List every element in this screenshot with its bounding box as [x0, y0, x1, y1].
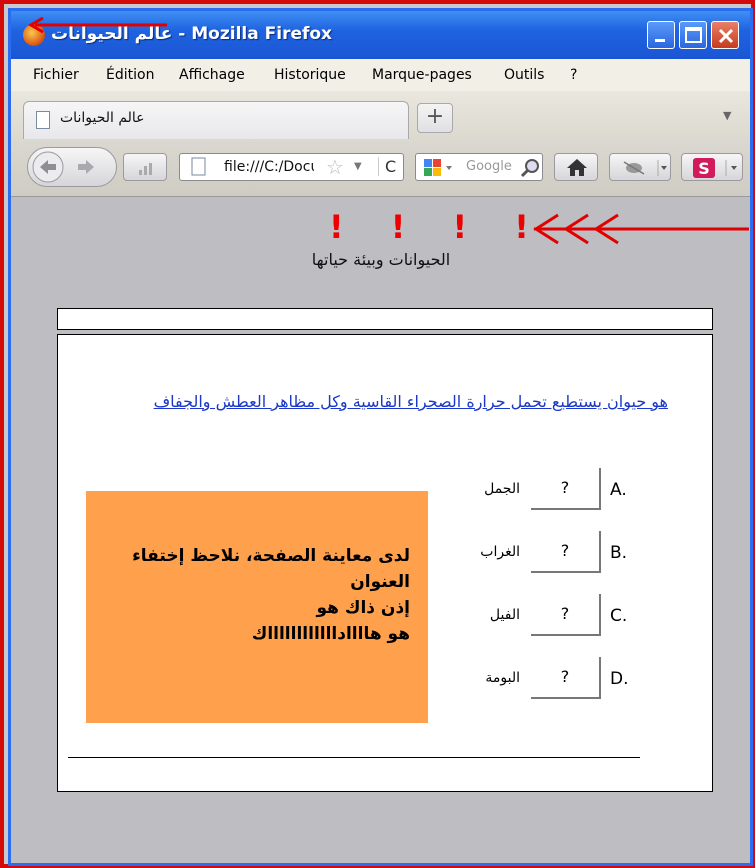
stylish-s-icon: S — [693, 158, 737, 178]
option-name: البومة — [485, 670, 520, 686]
close-icon — [718, 28, 734, 44]
maximize-button[interactable] — [679, 21, 707, 49]
menu-outils[interactable]: Outils — [504, 67, 544, 83]
history-chevron-icon[interactable]: ▼ — [354, 161, 362, 172]
answer-box[interactable]: ? — [531, 468, 601, 510]
minimize-icon — [655, 39, 665, 42]
tab-animal-world[interactable]: عالم الحيوانات — [23, 101, 409, 139]
screenshot-frame: عالم الحيوانات - Mozilla Firefox Fichier… — [0, 0, 755, 868]
option-name: الغراب — [480, 544, 520, 560]
bug-icon — [623, 160, 667, 176]
menu-marque-pages[interactable]: Marque-pages — [372, 67, 472, 83]
note-text: لدى معاينة الصفحة، نلاحظ إختفاء العنوان … — [96, 543, 410, 647]
home-icon — [567, 159, 587, 176]
annotation-triple-arrow-icon — [533, 213, 749, 245]
tab-bar: عالم الحيوانات + ▼ — [11, 91, 750, 139]
option-letter: B. — [610, 543, 628, 563]
addon-button[interactable] — [609, 153, 671, 181]
exclamation-marks: ! ! ! ! — [329, 208, 547, 246]
page-content: ! ! ! ! الحيوانات وبيئة حياتها هو حيوان … — [11, 198, 750, 863]
back-forward-group — [27, 147, 117, 187]
annotation-arrow-icon — [28, 17, 167, 33]
url-text: file:///C:/Docu — [224, 159, 314, 175]
navigation-bar: file:///C:/Docu ☆ ▼ C Google S — [11, 139, 750, 197]
note-line: العنوان — [350, 572, 410, 592]
note-box: لدى معاينة الصفحة، نلاحظ إختفاء العنوان … — [86, 491, 428, 723]
close-button[interactable] — [711, 21, 739, 49]
url-bar[interactable]: file:///C:/Docu ☆ ▼ C — [179, 153, 404, 181]
menu-help[interactable]: ? — [570, 67, 577, 83]
tab-label: عالم الحيوانات — [60, 110, 145, 126]
page-icon — [191, 157, 206, 176]
horizontal-rule — [68, 757, 640, 758]
forward-arrow-icon — [78, 160, 94, 174]
search-box[interactable]: Google — [415, 153, 543, 181]
menu-historique[interactable]: Historique — [274, 67, 346, 83]
note-line: إذن ذاك هو — [316, 598, 410, 618]
page-icon — [36, 111, 50, 129]
note-line: لدى معاينة الصفحة، نلاحظ إختفاء — [132, 546, 410, 566]
answer-box[interactable]: ? — [531, 594, 601, 636]
svg-text:S: S — [698, 159, 710, 178]
page-subtitle: الحيوانات وبيئة حياتها — [311, 250, 451, 269]
option-name: الجمل — [484, 481, 520, 497]
back-forward-icons — [32, 151, 94, 183]
menu-fichier[interactable]: Fichier — [33, 67, 79, 83]
bar-chart-icon — [139, 163, 152, 175]
star-icon[interactable]: ☆ — [326, 155, 344, 179]
browser-window: عالم الحيوانات - Mozilla Firefox Fichier… — [8, 8, 753, 866]
question-link[interactable]: هو حيوان يستطيع تحمل حرارة الصحراء القاس… — [138, 387, 668, 417]
note-line: هو هاااادااااااااااااك — [251, 624, 410, 644]
menu-edition[interactable]: Édition — [106, 67, 154, 83]
title-bar[interactable]: عالم الحيوانات - Mozilla Firefox — [11, 11, 750, 59]
bookmarks-bar-button[interactable] — [123, 153, 167, 181]
menu-bar: Fichier Édition Affichage Historique Mar… — [11, 59, 750, 91]
option-name: الفيل — [489, 607, 520, 623]
answer-box[interactable]: ? — [531, 657, 601, 699]
google-icon — [424, 159, 452, 176]
home-button[interactable] — [554, 153, 598, 181]
reload-icon[interactable]: C — [378, 157, 396, 176]
answer-box[interactable]: ? — [531, 531, 601, 573]
option-letter: A. — [610, 480, 627, 500]
option-letter: C. — [610, 606, 628, 626]
quiz-panel: هو حيوان يستطيع تحمل حرارة الصحراء القاس… — [57, 334, 713, 792]
empty-title-box — [57, 308, 713, 330]
search-icon[interactable] — [519, 157, 541, 179]
maximize-icon — [685, 27, 702, 43]
option-letter: D. — [610, 669, 629, 689]
tab-list-chevron-icon[interactable]: ▼ — [723, 109, 731, 122]
menu-affichage[interactable]: Affichage — [179, 67, 245, 83]
stylish-button[interactable]: S — [681, 153, 743, 181]
search-placeholder: Google — [466, 159, 512, 174]
new-tab-button[interactable]: + — [417, 103, 453, 133]
minimize-button[interactable] — [647, 21, 675, 49]
